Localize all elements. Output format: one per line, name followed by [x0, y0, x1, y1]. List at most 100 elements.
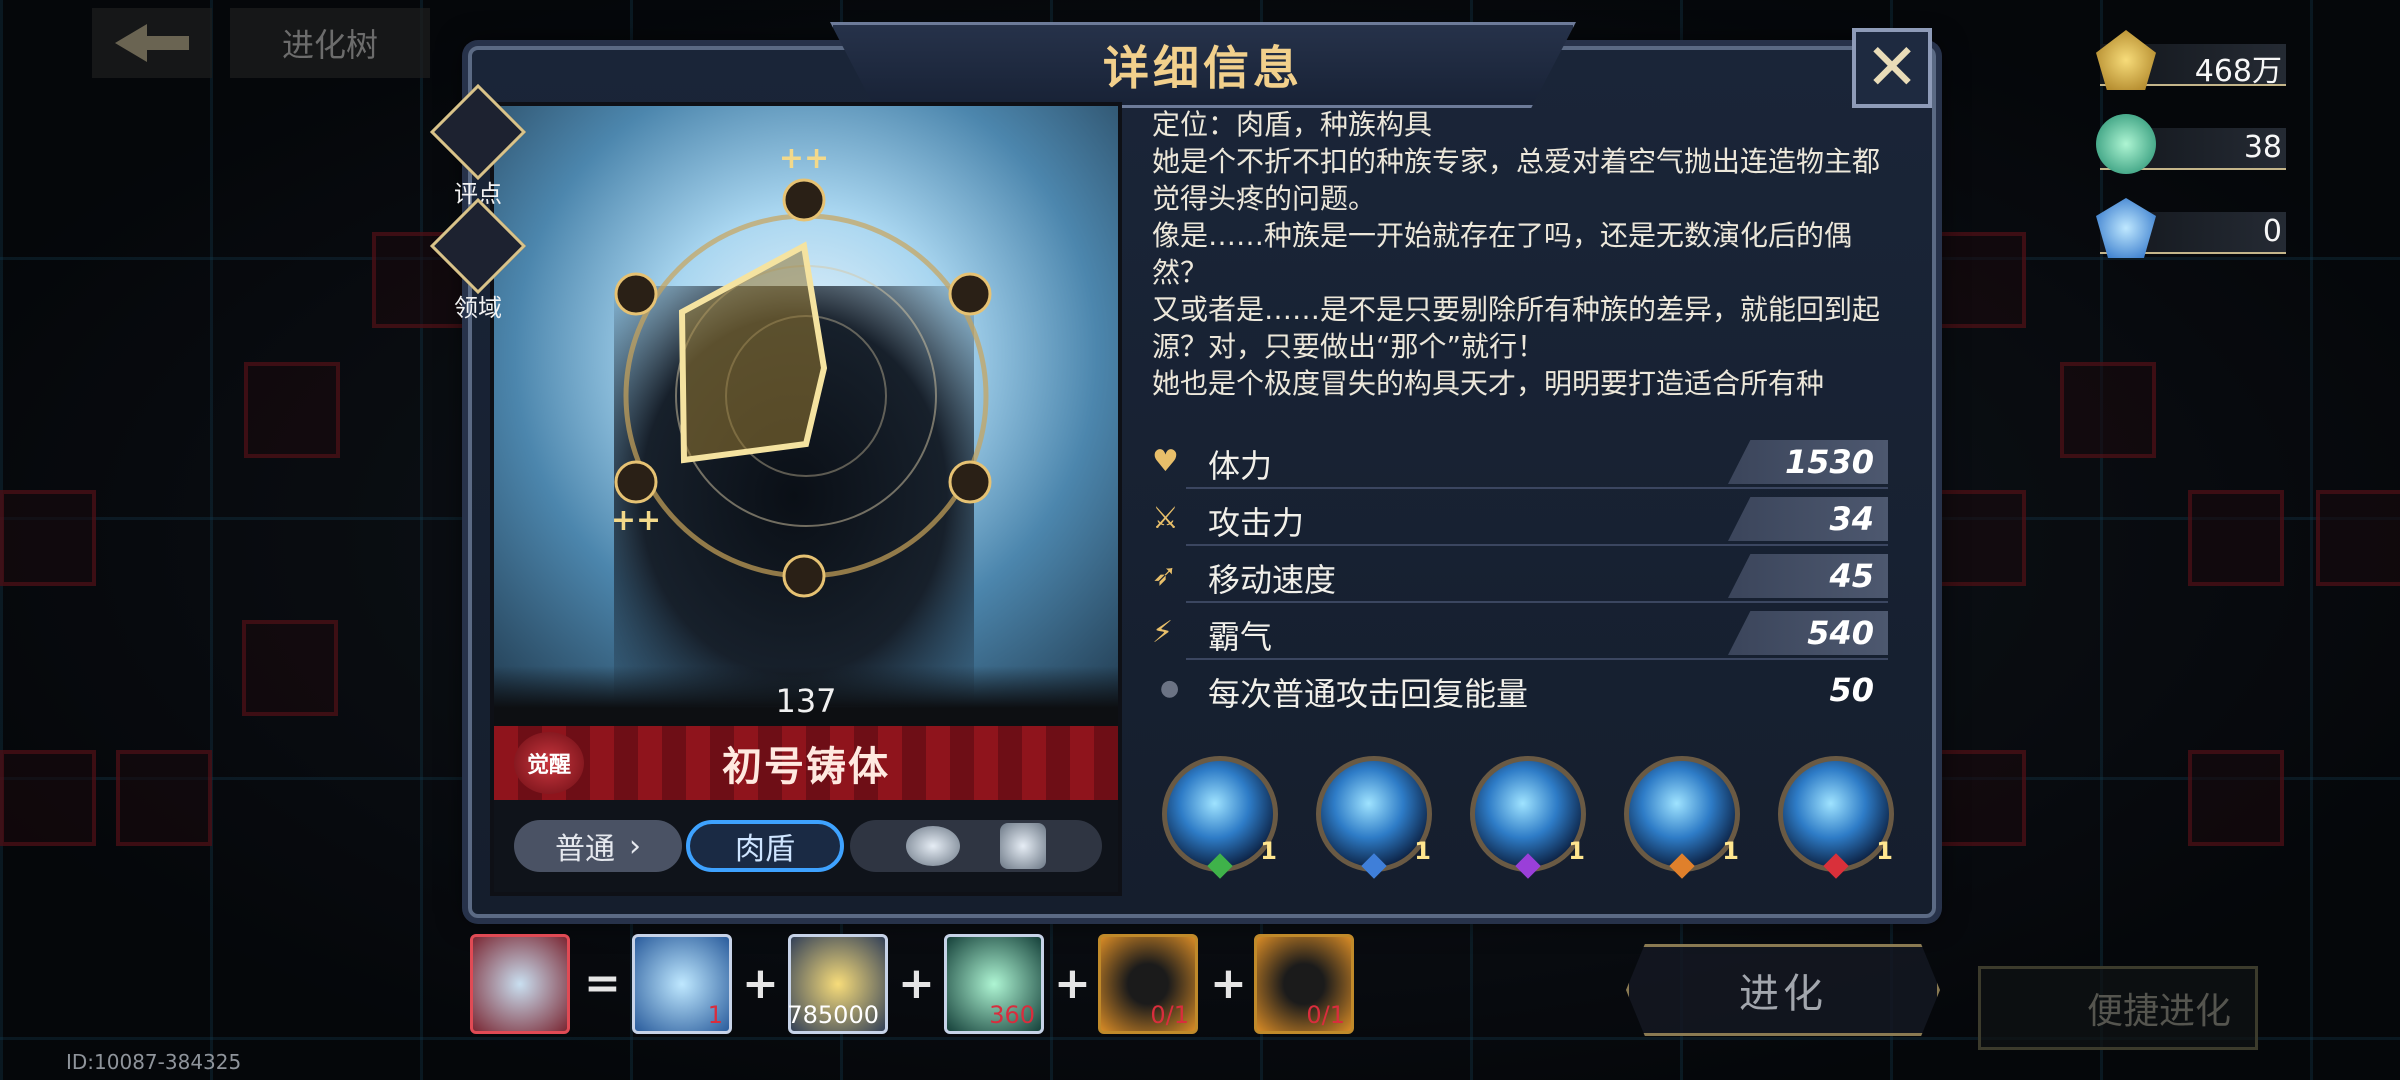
evolve-label: 进化 — [1739, 971, 1827, 1017]
skill-slot[interactable]: 1 — [1316, 756, 1432, 879]
character-name: 初号铸体 — [722, 744, 890, 790]
level-value: 137 — [775, 682, 837, 720]
resource-orb[interactable]: 38 — [2096, 114, 2286, 174]
skill-slot[interactable]: 1 — [1624, 756, 1740, 879]
robot-head-icon — [1000, 823, 1046, 869]
item-count: 0/1 — [1150, 1001, 1189, 1029]
dialog-title: 详细信息 — [1103, 41, 1303, 95]
evolution-tree-label: 进化树 — [281, 26, 378, 64]
target-unit-card[interactable] — [470, 934, 570, 1034]
skill-slot[interactable]: 1 — [1778, 756, 1894, 879]
back-button[interactable] — [92, 8, 212, 78]
description-line: 又或者是……是不是只要剔除所有种族的差异，就能回到起源？对，只要做出“那个”就行… — [1152, 293, 1881, 363]
domain-icon — [429, 197, 527, 295]
evolution-item[interactable]: 1 — [632, 934, 732, 1034]
stat-row-hp: ♥ 体力 1530 — [1146, 434, 1896, 491]
stat-divider — [1186, 601, 1888, 603]
item-count: 0/1 — [1306, 1001, 1345, 1029]
description-line: 像是……种族是一开始就存在了吗，还是无数演化后的偶然？ — [1152, 219, 1853, 289]
character-name-banner: 觉醒 初号铸体 — [494, 726, 1118, 800]
quick-evolve-label: 便捷进化 — [2086, 991, 2231, 1032]
description-line: 她是个不折不扣的种族专家，总爱对着空气抛出连造物主都觉得头疼的问题。 — [1152, 145, 1881, 215]
evolution-item[interactable]: 0/1 — [1098, 934, 1198, 1034]
skill-level: 1 — [1260, 837, 1277, 865]
evolution-item[interactable]: 0/1 — [1254, 934, 1354, 1034]
item-count: 360 — [989, 1001, 1035, 1029]
resource-value: 38 — [2243, 130, 2282, 165]
evolve-button[interactable]: 进化 — [1626, 944, 1940, 1036]
heart-icon: ♥ — [1152, 444, 1179, 479]
gem-icon — [1515, 853, 1541, 879]
stat-value: 1530 — [1728, 440, 1888, 484]
awaken-label: 觉醒 — [526, 753, 571, 778]
svg-text:++: ++ — [611, 503, 661, 538]
domain-button[interactable]: 领域 — [429, 197, 527, 323]
gem-icon — [1823, 853, 1849, 879]
stat-value: 34 — [1728, 497, 1888, 541]
resource-gold[interactable]: 468万 — [2096, 30, 2286, 90]
character-description[interactable]: 定位：肉盾，种族构具 她是个不折不扣的种族专家，总爱对着空气抛出连造物主都觉得头… — [1152, 106, 1892, 402]
description-line: 她也是个极度冒失的构具天才，明明要打造适合所有种 — [1152, 367, 1825, 400]
character-portrait: ++ ++ 137 觉醒 初号铸体 普通 › 肉盾 — [490, 102, 1122, 896]
equals-sign: = — [584, 958, 621, 1009]
description-line: 定位：肉盾，种族构具 — [1152, 108, 1433, 141]
stat-label: 霸气 — [1208, 618, 1273, 656]
skill-level: 1 — [1568, 837, 1585, 865]
awaken-badge: 觉醒 — [514, 732, 584, 794]
close-icon: ✕ — [1865, 31, 1919, 105]
skill-slot[interactable]: 1 — [1162, 756, 1278, 879]
role-label: 肉盾 — [735, 832, 795, 867]
dot-icon: ● — [1160, 676, 1180, 701]
rating-icon — [429, 83, 527, 181]
player-id: ID:10087-384325 — [66, 1050, 242, 1074]
stat-divider — [1186, 487, 1888, 489]
resource-value: 468万 — [2194, 54, 2282, 89]
plus-sign: + — [1054, 958, 1091, 1009]
stat-divider — [1186, 658, 1888, 660]
stat-row-dominance: ⚡ 霸气 540 — [1146, 605, 1896, 662]
rating-button[interactable]: 评点 — [429, 83, 527, 209]
plus-sign: + — [742, 958, 779, 1009]
stat-row-speed: ➶ 移动速度 45 — [1146, 548, 1896, 605]
evolution-item[interactable]: 360 — [944, 934, 1044, 1034]
dialog-title-bar: 详细信息 — [830, 22, 1576, 108]
gem-icon — [1361, 853, 1387, 879]
stat-value: 45 — [1728, 554, 1888, 598]
gem-icon — [1669, 853, 1695, 879]
skill-level: 1 — [1876, 837, 1893, 865]
resource-crystal[interactable]: 0 — [2096, 198, 2286, 258]
tag-row: 普通 › 肉盾 — [494, 800, 1118, 892]
stat-row-attack: ⚔ 攻击力 34 — [1146, 491, 1896, 548]
role-tag[interactable]: 肉盾 — [686, 820, 844, 872]
evolution-item[interactable]: 785000 — [787, 934, 888, 1034]
skill-list: 1 1 1 1 1 — [1150, 756, 1900, 886]
boot-icon: ➶ — [1152, 558, 1178, 593]
back-arrow-icon — [115, 24, 189, 62]
svg-text:++: ++ — [779, 141, 829, 176]
race-tag[interactable] — [850, 820, 1102, 872]
quick-evolve-button[interactable]: 便捷进化 — [1978, 966, 2258, 1050]
plus-sign: + — [898, 958, 935, 1009]
item-count: 1 — [707, 1001, 723, 1029]
resource-value: 0 — [2262, 214, 2282, 249]
chevron-right-icon: › — [629, 828, 641, 864]
rarity-label: 普通 — [555, 832, 615, 867]
stat-label: 体力 — [1208, 447, 1273, 485]
stat-divider — [1186, 544, 1888, 546]
stat-label: 每次普通攻击回复能量 — [1208, 675, 1529, 713]
stat-list: ♥ 体力 1530 ⚔ 攻击力 34 ➶ 移动速度 45 ⚡ 霸气 540 ● … — [1146, 434, 1896, 719]
claw-icon: ⚡ — [1152, 615, 1174, 650]
close-button[interactable]: ✕ — [1852, 28, 1932, 108]
rarity-tag[interactable]: 普通 › — [514, 820, 682, 872]
evolution-tree-tab[interactable]: 进化树 — [230, 8, 430, 78]
golem-icon — [906, 826, 960, 866]
plus-sign: + — [1210, 958, 1247, 1009]
stat-label: 移动速度 — [1208, 561, 1337, 599]
stat-row-energy: ● 每次普通攻击回复能量 50 — [1146, 662, 1896, 719]
skill-slot[interactable]: 1 — [1470, 756, 1586, 879]
skill-level: 1 — [1722, 837, 1739, 865]
stat-value: 540 — [1728, 611, 1888, 655]
item-count: 785000 — [787, 1001, 879, 1029]
attribute-radar-chart: ++ ++ — [611, 141, 992, 598]
stat-value: 50 — [1829, 671, 1874, 709]
